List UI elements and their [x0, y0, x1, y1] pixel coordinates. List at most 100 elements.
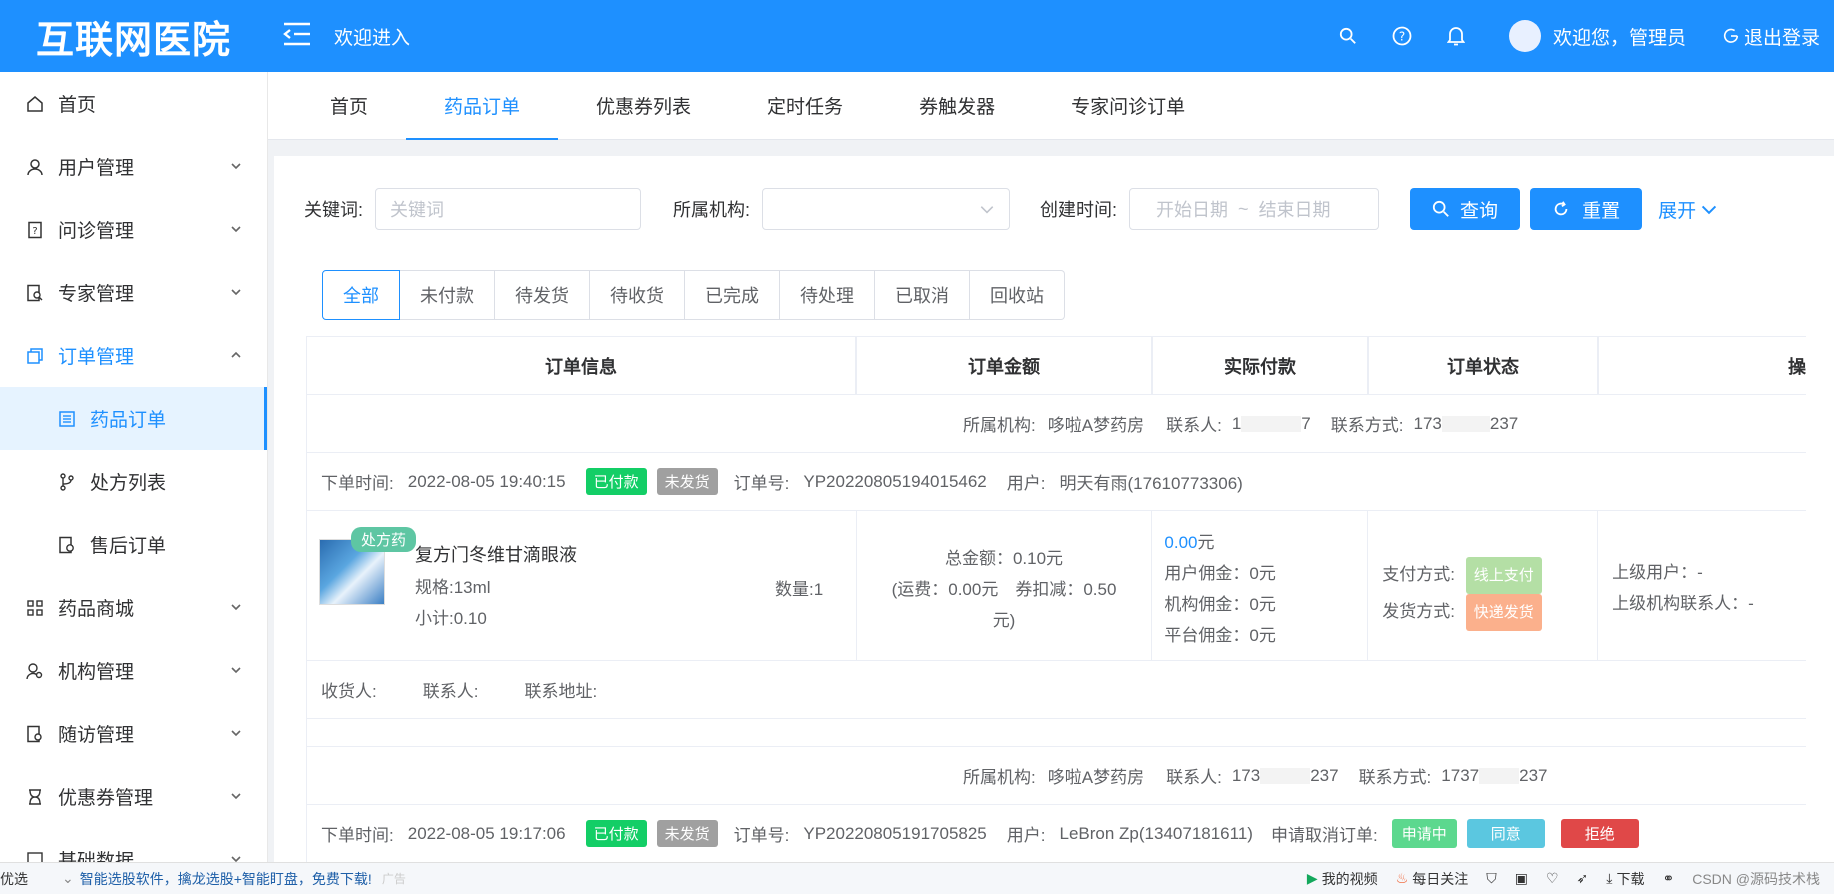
sidebar-item-label: 售后订单	[90, 536, 167, 557]
tab-coupon-list[interactable]: 优惠券列表	[558, 71, 729, 139]
col-order-amount: 订单金额	[856, 337, 1152, 394]
sidebar-item-label: 基础数据	[58, 851, 135, 862]
user-name: LeBron Zp(13407181611)	[1059, 823, 1253, 843]
sidebar: 首页 用户管理 ? 问诊管理 专家管理 订单管理 药品订单 处方列表 售后订单 …	[0, 72, 268, 862]
pay-method-row: 支付方式: 线上支付	[1382, 557, 1597, 594]
chevron-down-icon	[231, 730, 241, 737]
chevron-down-icon	[231, 667, 241, 674]
sidebar-item-institutions[interactable]: 机构管理	[0, 639, 267, 702]
my-video-button[interactable]: ▶ 我的视频	[1307, 869, 1378, 889]
date-range-picker[interactable]: 开始日期 ~ 结束日期	[1129, 188, 1380, 230]
copy-icon	[26, 346, 46, 366]
page-tabs: 首页 药品订单 优惠券列表 定时任务 券触发器 专家问诊订单	[268, 72, 1834, 140]
sidebar-item-drug-orders[interactable]: 药品订单	[0, 387, 267, 450]
sidebar-item-label: 首页	[58, 95, 97, 116]
chevron-down-icon	[231, 226, 241, 233]
reset-button[interactable]: 重置	[1530, 188, 1643, 230]
receiver-contact-label: 联系人:	[422, 682, 479, 701]
rocket-icon[interactable]: ➶	[1577, 870, 1589, 887]
search-icon[interactable]	[1335, 23, 1361, 49]
home-icon	[26, 94, 46, 114]
sidebar-item-followup[interactable]: 随访管理	[0, 702, 267, 765]
help-icon[interactable]: ?	[1389, 23, 1415, 49]
status-tab-cancelled[interactable]: 已取消	[875, 270, 970, 320]
receiver-label: 收货人:	[321, 682, 377, 701]
sidebar-item-orders[interactable]: 订单管理	[0, 324, 267, 387]
reject-button[interactable]: 拒绝	[1560, 819, 1639, 848]
redacted-block	[1441, 415, 1490, 432]
csdn-watermark: CSDN @源码技术栈	[1692, 870, 1820, 887]
download-button[interactable]: ⤓ 下载	[1606, 869, 1644, 889]
sidebar-item-experts[interactable]: 专家管理	[0, 261, 267, 324]
daily-follow-label: 每日关注	[1412, 870, 1469, 887]
sidebar-item-label: 优惠券管理	[58, 788, 154, 809]
actual-paid-value: 0.00	[1164, 533, 1198, 552]
col-actual-paid: 实际付款	[1152, 337, 1368, 394]
search-button[interactable]: 查询	[1410, 188, 1521, 230]
chevron-down-icon: ⌄	[62, 870, 74, 886]
status-tab-to-receive[interactable]: 待收货	[590, 270, 685, 320]
tab-coupon-triggers[interactable]: 券触发器	[881, 71, 1033, 139]
sidebar-item-coupons[interactable]: 优惠券管理	[0, 765, 267, 828]
sidebar-item-label: 问诊管理	[58, 221, 135, 242]
sidebar-item-mall[interactable]: 药品商城	[0, 576, 267, 639]
user-commission: 用户佣金：0元	[1164, 564, 1276, 583]
order-time-label: 下单时间:	[321, 474, 394, 493]
status-tab-completed[interactable]: 已完成	[685, 270, 780, 320]
svg-text:?: ?	[1399, 30, 1405, 44]
avatar[interactable]	[1508, 20, 1541, 52]
order-spacer	[306, 719, 1806, 747]
range-separator: ~	[1238, 198, 1249, 219]
status-tabs: 全部 未付款 待发货 待收货 已完成 待处理 已取消 回收站	[322, 270, 1065, 320]
order-time: 2022-08-05 19:40:15	[407, 471, 566, 491]
keyword-input[interactable]: 关键词	[375, 188, 642, 230]
my-video-label: 我的视频	[1321, 870, 1378, 887]
status-tab-recycle[interactable]: 回收站	[970, 270, 1065, 320]
contact-label: 联系人:	[1166, 416, 1222, 435]
sidebar-item-basedata[interactable]: 基础数据	[0, 828, 267, 862]
user-greeting[interactable]: 欢迎您，管理员	[1553, 23, 1686, 50]
status-tab-all[interactable]: 全部	[322, 270, 400, 320]
tab-drug-orders[interactable]: 药品订单	[406, 71, 559, 140]
heart-icon[interactable]: ♡	[1546, 870, 1559, 887]
expand-link[interactable]: 展开	[1658, 196, 1718, 223]
phone-prefix: 1737	[1441, 765, 1480, 785]
org-select[interactable]	[762, 188, 1011, 230]
ship-method-row: 发货方式: 快递发货	[1382, 594, 1597, 631]
shield-icon[interactable]: ⛉	[1486, 870, 1497, 887]
bottom-left-label[interactable]: 优选	[0, 869, 28, 889]
sidebar-item-prescriptions[interactable]: 处方列表	[0, 450, 267, 513]
welcome-text: 欢迎进入	[334, 27, 411, 49]
menu-toggle-icon[interactable]	[282, 21, 318, 51]
logout-button[interactable]: 退出登录	[1722, 23, 1820, 50]
status-tab-unpaid[interactable]: 未付款	[400, 270, 495, 320]
image-icon[interactable]: ▣	[1515, 870, 1528, 887]
actual-paid: 0.00元	[1164, 527, 1367, 558]
sidebar-item-home[interactable]: 首页	[0, 72, 267, 135]
tab-home[interactable]: 首页	[292, 71, 406, 139]
org-label: 所属机构:	[963, 416, 1036, 435]
sidebar-item-consult[interactable]: ? 问诊管理	[0, 198, 267, 261]
agree-button[interactable]: 同意	[1466, 819, 1545, 848]
ad-link[interactable]: 智能选股软件，擒龙选股+智能盯盘，免费下载!	[80, 869, 372, 889]
product-name[interactable]: 复方门冬维甘滴眼液	[415, 541, 577, 567]
chevron-down-icon	[231, 163, 241, 170]
sidebar-item-users[interactable]: 用户管理	[0, 135, 267, 198]
tab-scheduled-tasks[interactable]: 定时任务	[729, 71, 881, 139]
order-meta-row: 下单时间: 2022-08-05 19:40:15 已付款 未发货 订单号: Y…	[306, 453, 1806, 511]
contact-suffix: 237	[1310, 765, 1339, 785]
tab-expert-orders[interactable]: 专家问诊订单	[1033, 71, 1223, 139]
link-icon[interactable]: ⚭	[1662, 870, 1674, 887]
daily-follow-button[interactable]: ♨ 每日关注	[1396, 869, 1469, 889]
keyword-placeholder: 关键词	[390, 200, 445, 220]
contact-suffix: 7	[1301, 413, 1311, 433]
bell-icon[interactable]	[1443, 23, 1469, 49]
fire-icon: ♨	[1395, 870, 1409, 886]
phone-label: 联系方式:	[1330, 416, 1404, 435]
contact-prefix: 1	[1231, 413, 1242, 433]
status-tab-to-ship[interactable]: 待发货	[495, 270, 590, 320]
user-label: 用户:	[1006, 474, 1046, 493]
sidebar-item-aftersale[interactable]: 售后订单	[0, 513, 267, 576]
order-org-row: 所属机构: 哆啦A梦药房 联系人: 173 237 联系方式: 1737 237	[306, 747, 1806, 805]
status-tab-pending[interactable]: 待处理	[780, 270, 875, 320]
